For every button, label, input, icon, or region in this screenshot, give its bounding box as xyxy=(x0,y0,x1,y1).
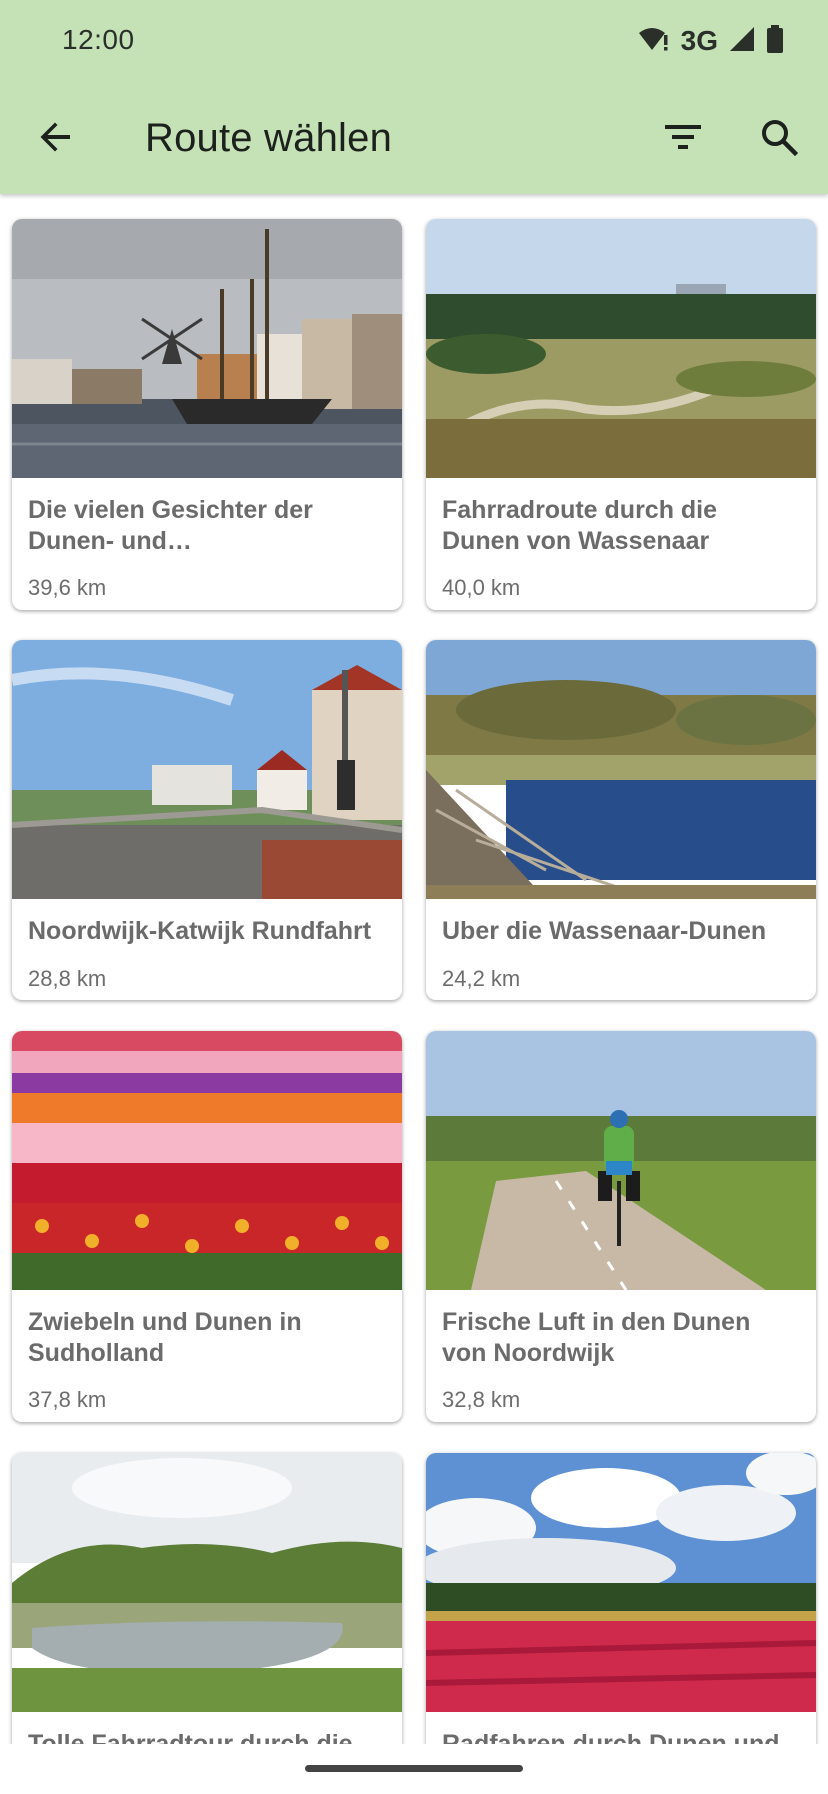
harbor-windmill-photo xyxy=(12,219,402,478)
filter-button[interactable] xyxy=(651,107,715,171)
home-indicator[interactable] xyxy=(305,1765,523,1772)
route-title: Radfahren durch Dunen und Blumenfelder xyxy=(442,1730,780,1744)
toolbar: Route wählen xyxy=(0,96,828,182)
route-distance: 37,8 km xyxy=(28,1387,107,1412)
route-card[interactable]: Tolle Fahrradtour durch die Dunen xyxy=(12,1453,402,1744)
route-title: Frische Luft in den Dunen von Noordwijk xyxy=(442,1308,751,1367)
route-distance: 32,8 km xyxy=(442,1387,521,1412)
status-bar: 12:00 3G xyxy=(0,0,828,82)
route-distance: 24,2 km xyxy=(442,966,521,991)
dunes-cyclists-photo xyxy=(426,219,816,478)
gesture-nav-bar xyxy=(0,1744,828,1794)
route-title: Noordwijk-Katwijk Rundfahrt xyxy=(28,917,372,945)
route-card[interactable]: Frische Luft in den Dunen von Noordwijk … xyxy=(426,1031,816,1422)
route-card[interactable]: Radfahren durch Dunen und Blumenfelder xyxy=(426,1453,816,1744)
flower-field-clouds-photo xyxy=(426,1453,816,1712)
route-card[interactable]: Noordwijk-Katwijk Rundfahrt 28,8 km xyxy=(12,640,402,1000)
route-card[interactable]: Uber die Wassenaar-Dunen 24,2 km xyxy=(426,640,816,1000)
filter-icon xyxy=(664,122,702,157)
seaside-promenade-photo xyxy=(12,640,402,899)
route-card[interactable]: Zwiebeln und Dunen in Sudholland 37,8 km xyxy=(12,1031,402,1422)
search-icon xyxy=(760,118,799,161)
back-button[interactable] xyxy=(24,107,88,171)
arrow-back-icon xyxy=(38,119,74,160)
route-grid: Die vielen Gesichter der Dunen- und Blum… xyxy=(0,194,828,1744)
cyclist-path-photo xyxy=(426,1031,816,1290)
search-button[interactable] xyxy=(747,107,811,171)
status-time: 12:00 xyxy=(62,24,135,55)
route-title: Uber die Wassenaar-Dunen xyxy=(442,917,767,945)
route-distance: 39,6 km xyxy=(28,575,107,600)
dune-pond-photo xyxy=(12,1453,402,1712)
network-type: 3G xyxy=(680,25,718,56)
signal-icon xyxy=(728,25,756,58)
status-icons: 3G xyxy=(637,24,784,58)
route-title: Fahrradroute durch die Dunen von Wassena… xyxy=(442,496,718,555)
route-title: Die vielen Gesichter der Dunen- und Blum… xyxy=(28,496,313,555)
page-title: Route wählen xyxy=(145,116,393,160)
route-distance: 28,8 km xyxy=(28,966,107,991)
tulip-field-photo xyxy=(12,1031,402,1290)
route-title: Zwiebeln und Dunen in Sudholland xyxy=(28,1308,302,1367)
wifi-alert-icon xyxy=(637,24,671,59)
route-card[interactable]: Fahrradroute durch die Dunen von Wassena… xyxy=(426,219,816,610)
route-title: Tolle Fahrradtour durch die Dunen xyxy=(28,1730,353,1744)
battery-icon xyxy=(766,24,784,58)
app-header: 12:00 3G Route wählen xyxy=(0,0,828,194)
route-distance: 40,0 km xyxy=(442,575,521,600)
route-card[interactable]: Die vielen Gesichter der Dunen- und Blum… xyxy=(12,219,402,610)
dune-lake-photo xyxy=(426,640,816,899)
